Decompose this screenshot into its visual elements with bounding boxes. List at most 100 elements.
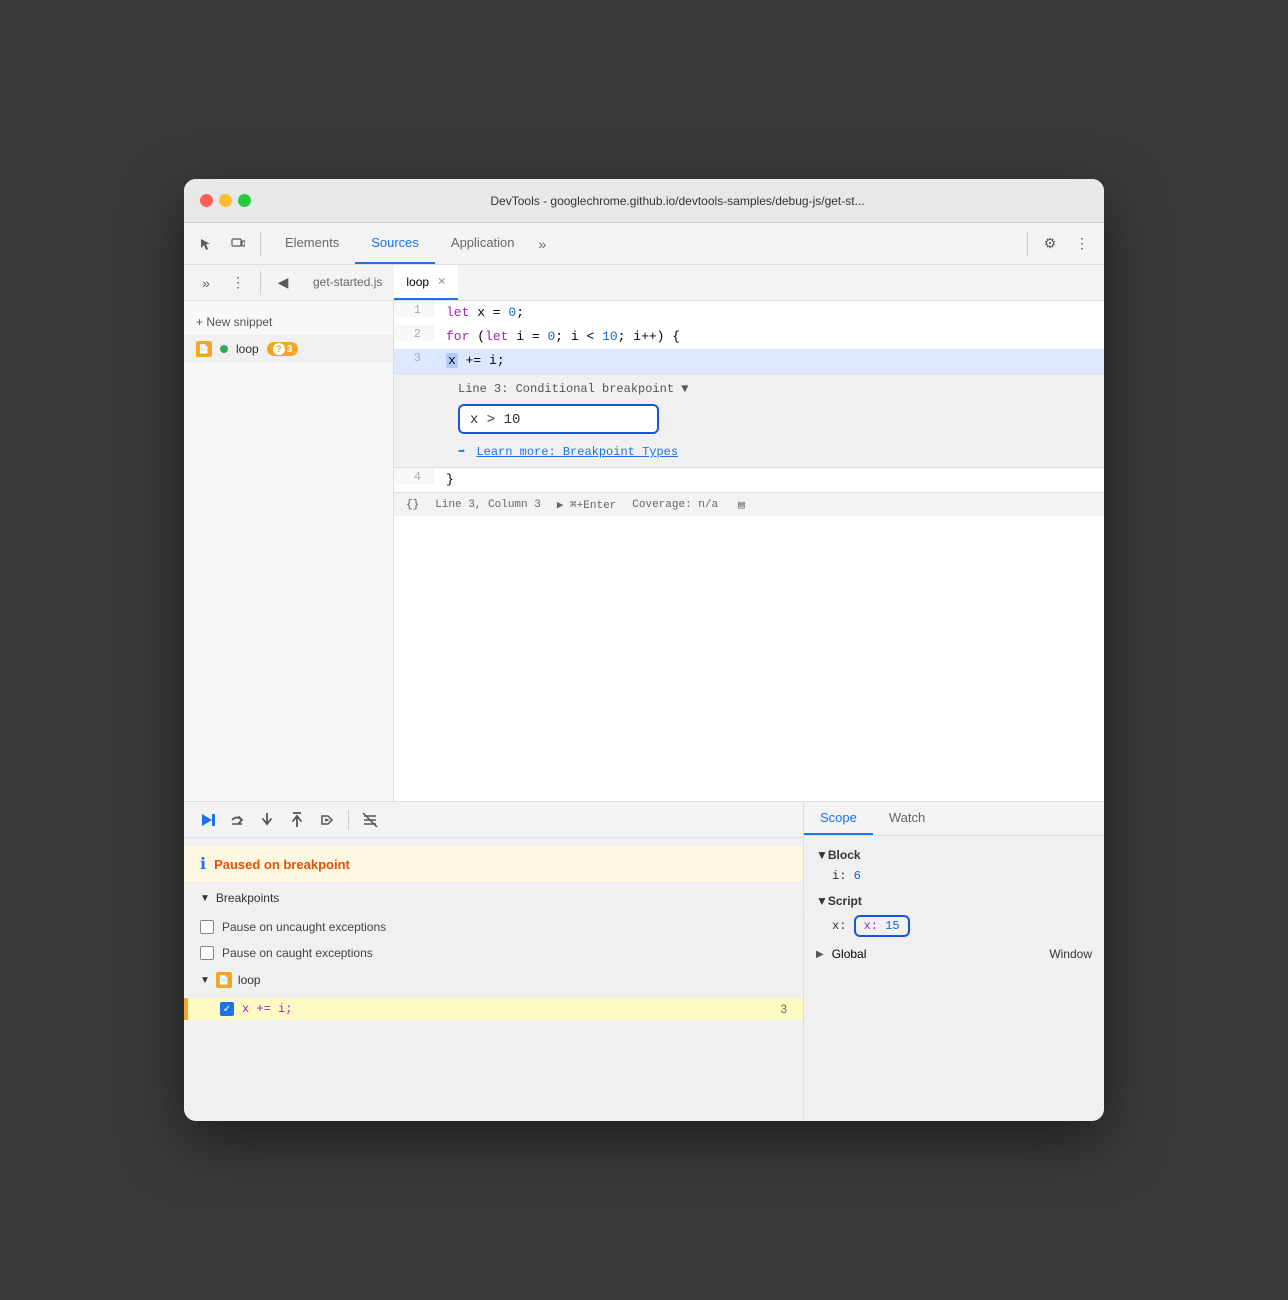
learn-more-link[interactable]: Learn more: Breakpoint Types	[476, 445, 678, 459]
more-options-icon[interactable]: ⋮	[1068, 230, 1096, 258]
file-tab-get-started[interactable]: get-started.js	[301, 265, 394, 300]
line-content-1[interactable]: let x = 0;	[434, 301, 1104, 325]
debug-separator	[348, 810, 349, 830]
title-bar: DevTools - googlechrome.github.io/devtoo…	[184, 179, 1104, 223]
scope-block-header[interactable]: ▼Block	[804, 844, 1104, 866]
snippet-active-dot	[220, 345, 228, 353]
breakpoint-checkbox[interactable]: ✓	[220, 1002, 234, 1016]
close-button[interactable]	[200, 194, 213, 207]
pause-caught-row: Pause on caught exceptions	[184, 940, 803, 966]
position-info: Line 3, Column 3	[435, 499, 541, 511]
subtoolbar-more[interactable]: »	[192, 269, 220, 297]
info-icon: ℹ	[200, 854, 206, 874]
badge-question-mark: ?	[273, 343, 285, 355]
paused-text: Paused on breakpoint	[214, 857, 350, 872]
code-editor: 1 let x = 0; 2 for (let i = 0; i < 10; i…	[394, 301, 1104, 801]
breakpoints-section-header[interactable]: ▼ Breakpoints	[184, 883, 803, 914]
breakpoint-line-number: 3	[780, 1002, 787, 1016]
devtools-tabs: Elements Sources Application »	[269, 223, 1019, 264]
file-tab-loop[interactable]: loop ✕	[394, 265, 458, 300]
debug-content: ℹ Paused on breakpoint ▼ Breakpoints Pau…	[184, 838, 803, 1028]
scope-script-x: x: x: 15	[804, 912, 1104, 940]
breakpoint-tooltip: Line 3: Conditional breakpoint ▼ ➡ Learn…	[394, 373, 1104, 468]
minimize-button[interactable]	[219, 194, 232, 207]
scope-global-section: ▶ Global Window	[804, 944, 1104, 964]
new-snippet-button[interactable]: + New snippet	[184, 309, 393, 335]
loop-file-icon: 📄	[216, 972, 232, 988]
sources-subtoolbar: » ⋮ ◀ get-started.js loop ✕	[184, 265, 1104, 301]
devtools-toolbar: Elements Sources Application » ⚙ ⋮	[184, 223, 1104, 265]
subtoolbar-sep	[260, 271, 261, 295]
sidebar-content: + New snippet 📄 loop ? 3	[184, 301, 393, 371]
scope-block-section: ▼Block i: 6	[804, 844, 1104, 886]
bottom-panel: ℹ Paused on breakpoint ▼ Breakpoints Pau…	[184, 801, 1104, 1121]
pause-uncaught-row: Pause on uncaught exceptions	[184, 914, 803, 940]
snippet-badge: ? 3	[267, 342, 299, 356]
loop-triangle-icon: ▼	[200, 975, 210, 986]
scope-x-value: x: 15	[854, 915, 910, 937]
step-icon[interactable]	[316, 809, 338, 831]
global-triangle-icon: ▶	[816, 949, 824, 960]
triangle-icon: ▼	[200, 893, 210, 904]
step-into-icon[interactable]	[256, 809, 278, 831]
deactivate-breakpoints-icon[interactable]	[359, 809, 381, 831]
step-out-icon[interactable]	[286, 809, 308, 831]
pause-caught-checkbox[interactable]	[200, 946, 214, 960]
subtoolbar-dots[interactable]: ⋮	[224, 269, 252, 297]
file-tabs: get-started.js loop ✕	[301, 265, 1096, 300]
line-number-4: 4	[394, 468, 434, 484]
scope-global-row[interactable]: ▶ Global Window	[804, 944, 1104, 964]
line-number-1: 1	[394, 301, 434, 317]
breakpoint-row[interactable]: ✓ x += i; 3	[184, 998, 803, 1020]
status-bar: {} Line 3, Column 3 ▶ ⌘+Enter Coverage: …	[394, 492, 1104, 516]
learn-more-icon: ➡	[458, 445, 465, 459]
resume-icon[interactable]	[196, 809, 218, 831]
window-title: DevTools - googlechrome.github.io/devtoo…	[267, 194, 1088, 208]
snippet-item-loop[interactable]: 📄 loop ? 3	[184, 335, 393, 363]
breakpoint-learn-more[interactable]: ➡ Learn more: Breakpoint Types	[458, 444, 1092, 459]
loop-section: ▼ 📄 loop	[184, 966, 803, 998]
tab-sources[interactable]: Sources	[355, 223, 435, 264]
breakpoint-code: x += i;	[242, 1002, 772, 1016]
code-line-3: 3 x += i;	[394, 349, 1104, 373]
devtools-window: DevTools - googlechrome.github.io/devtoo…	[184, 179, 1104, 1121]
line-number-3: 3	[394, 349, 434, 365]
step-over-icon[interactable]	[226, 809, 248, 831]
loop-section-header[interactable]: ▼ 📄 loop	[200, 972, 787, 988]
debug-section: ℹ Paused on breakpoint ▼ Breakpoints Pau…	[184, 802, 804, 1121]
scope-tabs: Scope Watch	[804, 802, 1104, 836]
file-tab-close-icon[interactable]: ✕	[437, 275, 446, 288]
tab-application[interactable]: Application	[435, 223, 531, 264]
device-icon[interactable]	[224, 230, 252, 258]
pause-uncaught-checkbox[interactable]	[200, 920, 214, 934]
line-content-2[interactable]: for (let i = 0; i < 10; i++) {	[434, 325, 1104, 349]
code-line-4: 4 }	[394, 468, 1104, 492]
right-panel: Scope Watch ▼Block i: 6 ▼Scri	[804, 802, 1104, 1121]
editor-area: + New snippet 📄 loop ? 3 1 let	[184, 301, 1104, 801]
code-line-1: 1 let x = 0;	[394, 301, 1104, 325]
toolbar-separator	[260, 232, 261, 256]
tab-scope[interactable]: Scope	[804, 802, 873, 835]
maximize-button[interactable]	[238, 194, 251, 207]
format-icon[interactable]: {}	[406, 499, 419, 511]
traffic-lights	[200, 194, 251, 207]
paused-banner: ℹ Paused on breakpoint	[184, 846, 803, 883]
settings-icon[interactable]: ⚙	[1036, 230, 1064, 258]
more-tabs-button[interactable]: »	[531, 236, 555, 252]
subtoolbar-back[interactable]: ◀	[269, 269, 297, 297]
tab-elements[interactable]: Elements	[269, 223, 355, 264]
line-content-3[interactable]: x += i;	[434, 349, 1104, 373]
toolbar-sep-right	[1027, 232, 1028, 256]
line-content-4[interactable]: }	[434, 468, 1104, 492]
scope-block-i: i: 6	[804, 866, 1104, 886]
sidebar-panel: + New snippet 📄 loop ? 3	[184, 301, 394, 801]
scope-content: ▼Block i: 6 ▼Script x: x: 15	[804, 836, 1104, 1121]
coverage-icon[interactable]: ▤	[738, 498, 745, 512]
run-label[interactable]: ▶ ⌘+Enter	[557, 498, 616, 512]
breakpoint-condition-input[interactable]	[470, 412, 647, 428]
cursor-icon[interactable]	[192, 230, 220, 258]
code-line-2: 2 for (let i = 0; i < 10; i++) {	[394, 325, 1104, 349]
breakpoint-input-container[interactable]	[458, 404, 659, 434]
scope-script-header[interactable]: ▼Script	[804, 890, 1104, 912]
tab-watch[interactable]: Watch	[873, 802, 941, 835]
